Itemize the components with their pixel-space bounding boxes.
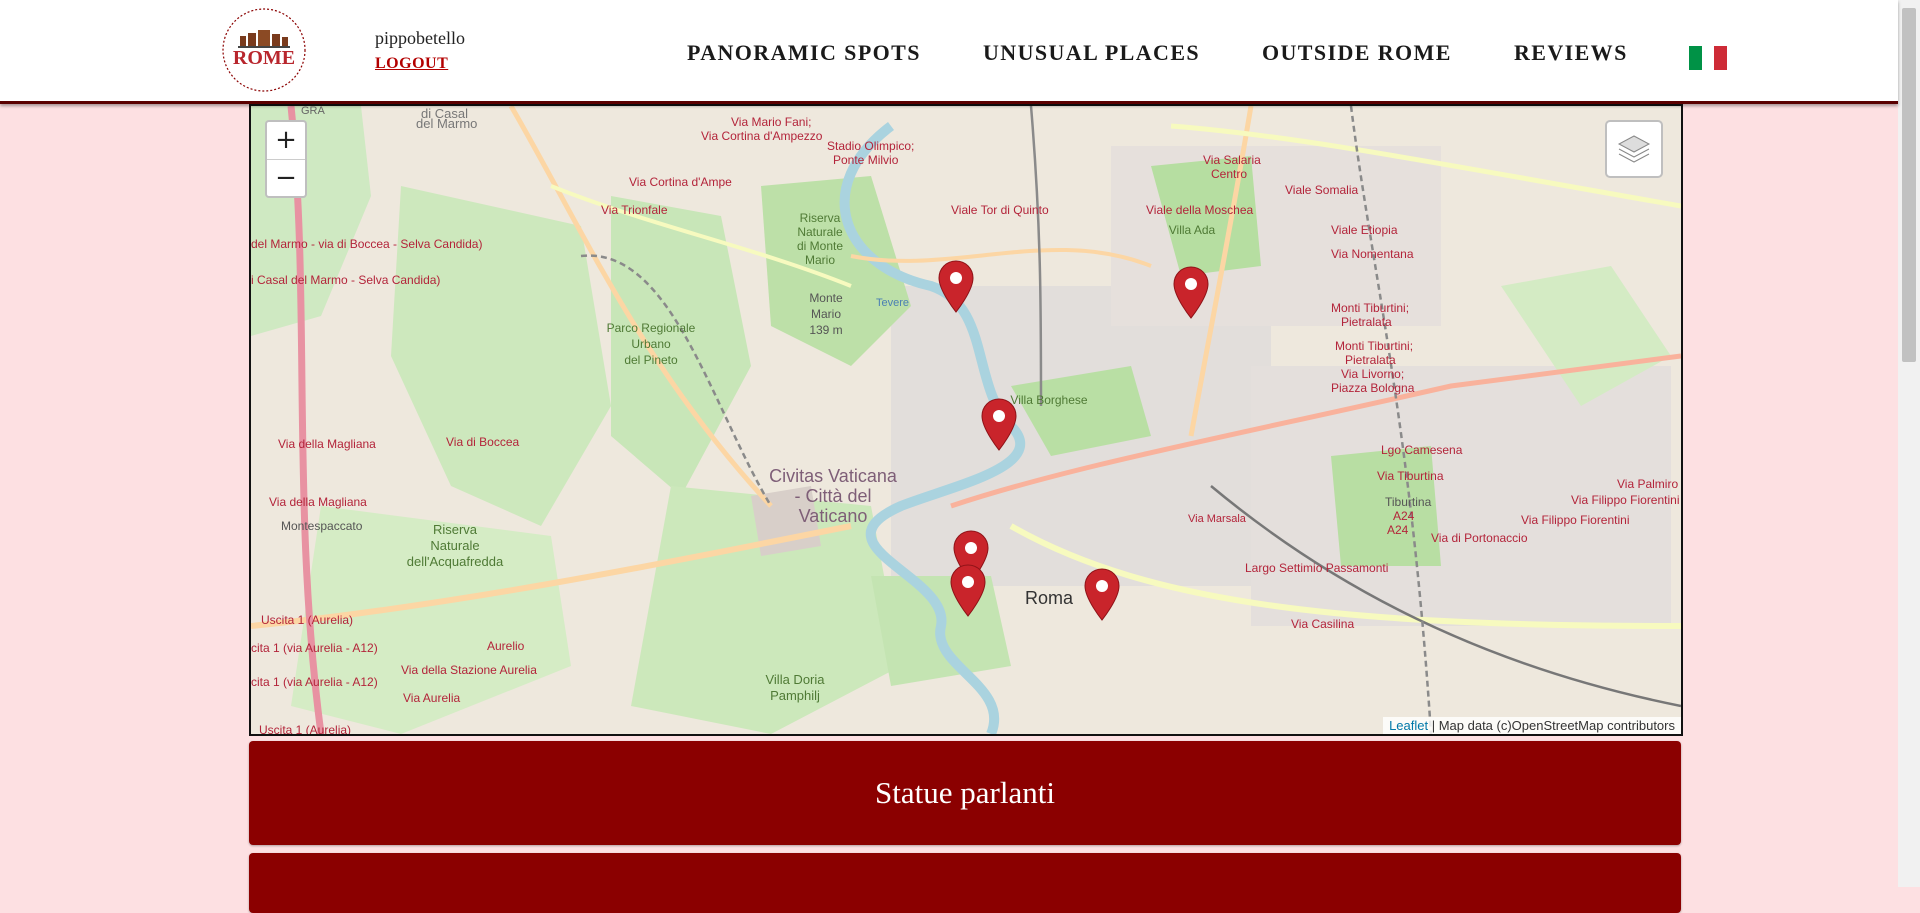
label-uscita-1: Uscita 1 (Aurelia)	[261, 613, 353, 627]
label-roma: Roma	[1025, 588, 1074, 608]
label-stadio-2: Ponte Milvio	[833, 153, 899, 167]
logout-link[interactable]: LOGOUT	[375, 55, 448, 73]
label-riserva-mm-1: Riserva	[800, 211, 841, 225]
label-stadio-1: Stadio Olimpico;	[827, 139, 914, 153]
nav-outside-rome[interactable]: OUTSIDE ROME	[1262, 40, 1452, 66]
card-title: Statue parlanti	[875, 775, 1055, 810]
label-riserva-3: dell'Acquafredda	[407, 554, 504, 569]
label-via-nomentana: Via Nomentana	[1331, 247, 1414, 261]
label-casal-marmo-2: del Marmo	[416, 116, 477, 131]
label-villa-ada: Villa Ada	[1169, 223, 1216, 237]
map-marker-icon[interactable]	[1083, 568, 1121, 622]
scrollbar-thumb[interactable]	[1902, 8, 1916, 362]
label-uscita-4: Uscita 1 (Aurelia)	[259, 723, 351, 734]
label-viale-etiopia: Viale Etiopia	[1331, 223, 1398, 237]
map-marker-icon[interactable]	[949, 564, 987, 618]
svg-text:ROME: ROME	[233, 47, 295, 69]
map-marker-icon[interactable]	[980, 398, 1018, 452]
label-aurelio: Aurelio	[487, 639, 525, 653]
label-monti-tib-3: Monti Tiburtini;	[1335, 339, 1413, 353]
label-lgo-camesena: Lgo Camesena	[1381, 443, 1463, 457]
username: pippobetello	[375, 28, 465, 48]
label-piazza-bologna: Piazza Bologna	[1331, 381, 1415, 395]
label-via-magliana-2: Via della Magliana	[269, 495, 367, 509]
zoom-control: + −	[265, 120, 307, 198]
label-via-trionfale: Via Trionfale	[601, 203, 668, 217]
label-via-casilina: Via Casilina	[1291, 617, 1354, 631]
label-vatican-2: - Città del	[794, 486, 871, 506]
label-tiburtina-a24-3: A24	[1387, 523, 1409, 537]
label-parco-2: Urbano	[631, 337, 671, 351]
label-tiburtina-a24-1: Tiburtina	[1385, 495, 1432, 509]
label-parco-1: Parco Regionale	[607, 321, 696, 335]
label-viale-moschea: Viale della Moschea	[1146, 203, 1254, 217]
italian-flag-icon[interactable]	[1689, 46, 1728, 70]
site-logo[interactable]: ROME	[220, 6, 308, 94]
label-via-filippo-1: Via Filippo Fiorentini	[1571, 493, 1680, 507]
map-marker-icon[interactable]	[937, 260, 975, 314]
label-viale-somalia: Viale Somalia	[1285, 183, 1358, 197]
label-villa-doria-1: Villa Doria	[765, 672, 825, 687]
label-via-fani-2: Via Cortina d'Ampezzo	[701, 129, 823, 143]
label-tiburtina-a24-2: A24	[1393, 509, 1415, 523]
nav-unusual-places[interactable]: UNUSUAL PLACES	[983, 40, 1200, 66]
label-via-palmiro: Via Palmiro	[1617, 477, 1678, 491]
label-riserva-mm-3: di Monte	[797, 239, 843, 253]
label-casal-selva: i Casal del Marmo - Selva Candida)	[251, 273, 440, 287]
page-scrollbar[interactable]	[1898, 0, 1920, 887]
label-riserva-mm-4: Mario	[805, 253, 835, 267]
zoom-in-button[interactable]: +	[267, 122, 305, 160]
label-riserva-2: Naturale	[430, 538, 479, 553]
label-via-cortina: Via Cortina d'Ampe	[629, 175, 732, 189]
label-monti-tib-1: Monti Tiburtini;	[1331, 301, 1409, 315]
label-via-portonaccio: Via di Portonaccio	[1431, 531, 1528, 545]
label-villa-borghese: Villa Borghese	[1010, 393, 1087, 407]
map[interactable]: di Casal del Marmo GRA Via Mario Fani; V…	[249, 104, 1683, 736]
label-via-tiburtina: Via Tiburtina	[1377, 469, 1444, 483]
label-via-salaria-1: Via Salaria	[1203, 153, 1261, 167]
label-via-boccea: Via di Boccea	[446, 435, 519, 449]
label-monte-mario-1: Monte	[809, 291, 843, 305]
label-via-fani-1: Via Mario Fani;	[731, 115, 811, 129]
map-attribution: Leaflet | Map data (c)OpenStreetMap cont…	[1383, 717, 1681, 734]
label-monte-mario-3: 139 m	[809, 323, 842, 337]
map-tiles: di Casal del Marmo GRA Via Mario Fani; V…	[251, 106, 1681, 734]
label-vatican-1: Civitas Vaticana	[769, 466, 898, 486]
label-uscita-3: cita 1 (via Aurelia - A12)	[251, 675, 378, 689]
nav-panoramic-spots[interactable]: PANORAMIC SPOTS	[687, 40, 921, 66]
zoom-out-button[interactable]: −	[267, 160, 305, 197]
label-via-filippo-2: Via Filippo Fiorentini	[1521, 513, 1630, 527]
label-via-livorno: Via Livorno;	[1341, 367, 1404, 381]
label-monti-tib-4: Pietralata	[1345, 353, 1396, 367]
label-monte-mario-2: Mario	[811, 307, 841, 321]
label-riserva-1: Riserva	[433, 522, 478, 537]
category-card-next[interactable]	[249, 853, 1681, 913]
user-box: pippobetello LOGOUT	[375, 28, 465, 73]
label-largo-settimio: Largo Settimio Passamonti	[1245, 561, 1388, 575]
label-via-marsala: Via Marsala	[1188, 513, 1247, 525]
layers-button[interactable]	[1605, 120, 1663, 178]
category-card-statue-parlanti[interactable]: Statue parlanti	[249, 741, 1681, 845]
label-tevere: Tevere	[876, 297, 909, 309]
layers-icon	[1617, 135, 1651, 163]
label-via-magliana-1: Via della Magliana	[278, 437, 376, 451]
label-monti-tib-2: Pietralata	[1341, 315, 1392, 329]
label-via-stazione: Via della Stazione Aurelia	[401, 663, 537, 677]
label-riserva-mm-2: Naturale	[797, 225, 843, 239]
leaflet-link[interactable]: Leaflet	[1389, 718, 1428, 733]
label-gra: GRA	[301, 106, 326, 117]
attribution-text: | Map data (c)OpenStreetMap contributors	[1428, 718, 1675, 733]
label-vatican-3: Vaticano	[799, 506, 868, 526]
label-via-salaria-2: Centro	[1211, 167, 1247, 181]
label-parco-3: del Pineto	[624, 353, 678, 367]
label-villa-doria-2: Pamphilj	[770, 688, 820, 703]
map-marker-icon[interactable]	[1172, 266, 1210, 320]
label-via-boccea-marmo: del Marmo - via di Boccea - Selva Candid…	[251, 237, 482, 251]
site-header: ROME pippobetello LOGOUT PANORAMIC SPOTS…	[0, 0, 1898, 104]
nav-reviews[interactable]: REVIEWS	[1514, 40, 1628, 66]
label-viale-tor: Viale Tor di Quinto	[951, 203, 1049, 217]
label-montespaccato: Montespaccato	[281, 519, 363, 533]
label-uscita-2: cita 1 (via Aurelia - A12)	[251, 641, 378, 655]
label-via-aurelia: Via Aurelia	[403, 691, 460, 705]
